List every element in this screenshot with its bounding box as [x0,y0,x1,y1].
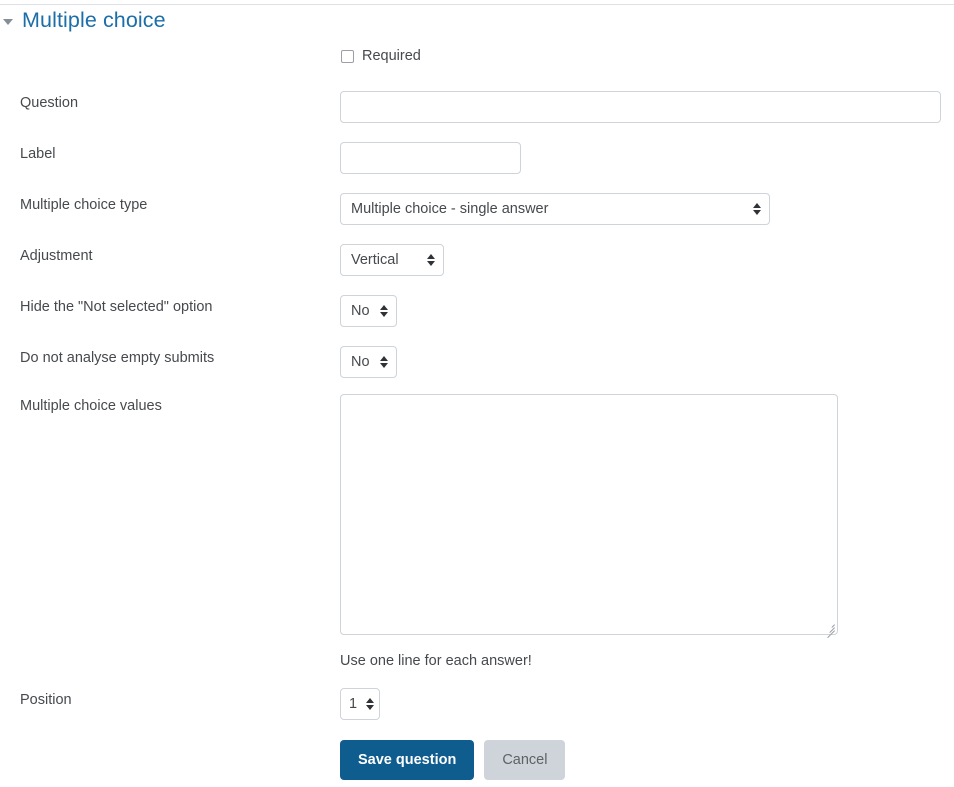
hide-not-selected-label: Hide the "Not selected" option [20,299,213,315]
multiple-choice-values-hint: Use one line for each answer! [340,653,532,669]
top-divider [0,4,954,5]
adjustment-label: Adjustment [20,248,93,264]
chevron-updown-icon [380,356,388,368]
chevron-updown-icon [753,203,761,215]
multiple-choice-type-select[interactable]: Multiple choice - single answer [340,193,770,225]
required-checkbox-group[interactable]: Required [341,48,421,64]
adjustment-select[interactable]: Vertical [340,244,444,276]
section-header: Multiple choice [0,8,166,33]
page-title: Multiple choice [22,8,166,32]
save-question-button[interactable]: Save question [340,740,475,780]
required-label[interactable]: Required [362,48,421,64]
hide-not-selected-select[interactable]: No [340,295,397,327]
multiple-choice-values-container: Use one line for each answer! [340,394,838,669]
multiple-choice-values-textarea[interactable] [340,394,838,639]
hide-not-selected-value: No [351,303,370,319]
position-value: 1 [349,696,358,712]
position-select[interactable]: 1 [340,688,380,720]
question-label: Question [20,95,79,111]
position-label: Position [20,692,72,708]
resize-handle-icon[interactable] [823,620,835,639]
chevron-updown-icon [427,254,435,266]
multiple-choice-type-value: Multiple choice - single answer [351,201,549,217]
chevron-updown-icon [366,698,374,710]
required-checkbox[interactable] [341,49,354,63]
form-actions: Save question Cancel [340,740,566,780]
do-not-analyse-empty-value: No [351,354,370,370]
label-input[interactable] [340,142,521,174]
adjustment-value: Vertical [351,252,399,268]
cancel-button[interactable]: Cancel [484,740,566,780]
do-not-analyse-empty-label: Do not analyse empty submits [20,350,215,366]
triangle-down-icon[interactable] [1,15,15,29]
label-label: Label [20,146,56,162]
multiple-choice-values-label: Multiple choice values [20,398,162,414]
do-not-analyse-empty-select[interactable]: No [340,346,397,378]
chevron-updown-icon [380,305,388,317]
multiple-choice-type-label: Multiple choice type [20,197,148,213]
question-input[interactable] [340,91,941,123]
